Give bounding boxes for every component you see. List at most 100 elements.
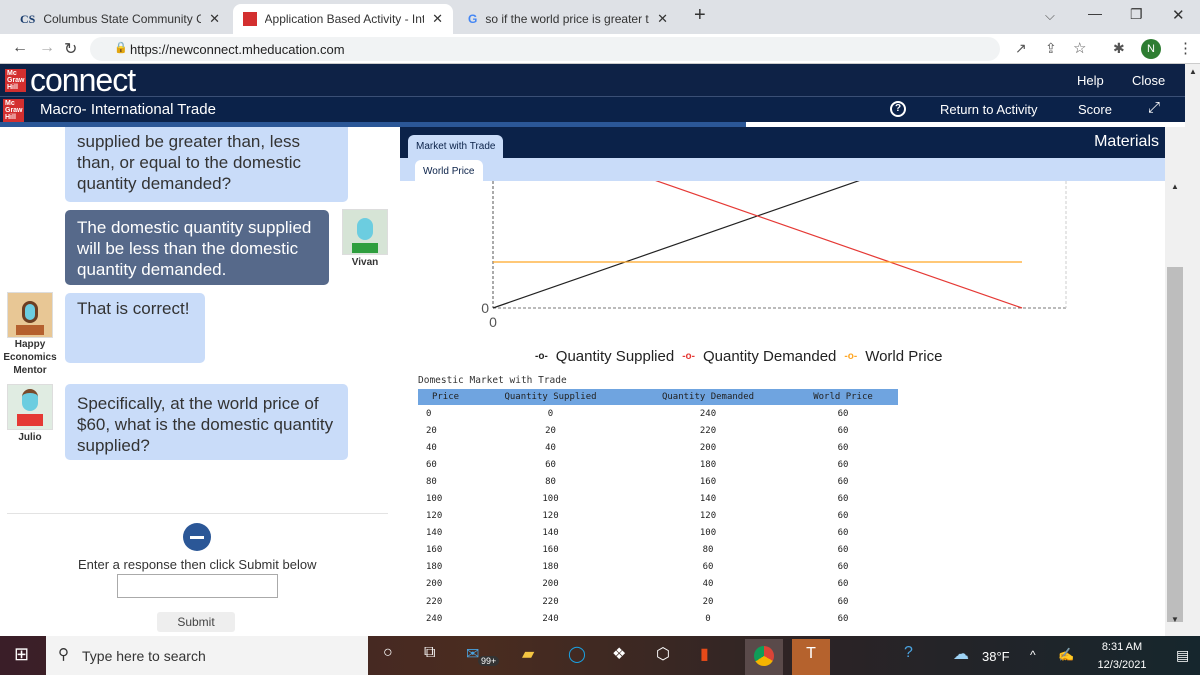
tab-columbus-state[interactable]: CSColumbus State Community Colle✕	[10, 4, 230, 34]
share-icon[interactable]: ⇪	[1045, 40, 1057, 57]
close-link[interactable]: Close	[1132, 73, 1165, 88]
table-cell: 60	[837, 459, 849, 470]
table-cell: 100	[426, 494, 443, 505]
menu-icon[interactable]: ⋮	[1178, 39, 1193, 57]
legend-marker-world-price: -o-	[844, 351, 858, 362]
table-cell: 180	[426, 562, 443, 573]
materials-title: Materials	[1094, 133, 1159, 150]
submit-button[interactable]: Submit	[157, 612, 235, 632]
collapse-minus-icon[interactable]	[183, 523, 211, 551]
app-icon[interactable]: ⬡	[656, 644, 670, 664]
file-explorer-icon[interactable]: ▰	[522, 644, 534, 664]
materials-subtabs: World Price	[400, 158, 1165, 181]
connect-logo: connect	[30, 62, 136, 98]
tab-market-with-trade[interactable]: Market with Trade	[408, 135, 504, 158]
dropbox-icon[interactable]: ❖	[612, 644, 626, 664]
table-cell: 240	[699, 408, 717, 419]
taskbar-search[interactable]: ⚲ Type here to search	[46, 636, 368, 675]
column-header: Quantity Supplied	[473, 389, 628, 405]
materials-scrollbar[interactable]: ▲ ▼	[1165, 127, 1185, 636]
url-input[interactable]: 🔒 https://newconnect.mheducation.com	[90, 37, 1000, 61]
close-tab-icon[interactable]: ✕	[657, 11, 668, 27]
table-cell: 220	[542, 596, 559, 607]
clock-time[interactable]: 8:31 AM	[1092, 641, 1152, 653]
legend-marker-supplied: -o-	[535, 351, 548, 362]
forward-icon[interactable]: →	[39, 39, 55, 57]
close-tab-icon[interactable]: ✕	[432, 11, 443, 27]
table-cell: 60	[837, 545, 849, 556]
close-window-icon[interactable]: ✕	[1172, 6, 1185, 24]
cortana-icon[interactable]: ○	[383, 644, 393, 662]
legend-label: Quantity Supplied	[555, 348, 675, 365]
show-hidden-icons[interactable]: ^	[1030, 648, 1036, 662]
table-cell: 0	[705, 613, 711, 624]
alexa-icon[interactable]: ◯	[568, 644, 586, 664]
table-cell: 60	[837, 613, 849, 624]
speaker-name: Vivan	[351, 257, 379, 268]
table-cell: 60	[837, 442, 849, 453]
chat-message: supplied be greater than, less than, or …	[65, 127, 348, 202]
table-cell: 100	[542, 494, 559, 505]
response-input[interactable]	[117, 574, 278, 598]
table-cell: 60	[426, 459, 437, 470]
help-circle-icon[interactable]: ?	[890, 101, 906, 117]
back-icon[interactable]: ←	[12, 39, 28, 57]
tab-search-icon[interactable]: ⌵	[1045, 8, 1055, 24]
close-tab-icon[interactable]: ✕	[209, 11, 220, 27]
page-scrollbar[interactable]: ▲	[1185, 64, 1200, 636]
weather-temp[interactable]: 38°F	[982, 649, 1010, 664]
table-cell: 60	[545, 459, 556, 470]
mentor-avatar	[7, 292, 53, 338]
task-view-icon[interactable]: ⧉	[424, 644, 435, 662]
minimize-icon[interactable]: —	[1088, 5, 1102, 21]
new-tab-button[interactable]: +	[694, 4, 706, 27]
julio-avatar	[7, 384, 53, 430]
chat-message: That is correct!	[65, 293, 205, 363]
scroll-up-icon[interactable]: ▲	[1171, 182, 1179, 191]
help-link[interactable]: Help	[1077, 73, 1104, 88]
office-icon[interactable]: ▮	[700, 644, 709, 664]
scrollbar-thumb[interactable]	[1167, 267, 1183, 622]
table-row: 20 20 220 60	[418, 422, 898, 439]
clock-date[interactable]: 12/3/2021	[1092, 659, 1152, 671]
table-cell: 0	[547, 408, 554, 419]
scroll-down-icon[interactable]: ▼	[1171, 615, 1179, 624]
chat-message: Specifically, at the world price of $60,…	[65, 384, 348, 460]
scroll-up-icon[interactable]: ▲	[1189, 67, 1197, 76]
help-app-icon[interactable]: ?	[904, 644, 913, 662]
series-line-0	[492, 181, 860, 309]
table-cell: 220	[699, 425, 717, 436]
open-external-icon[interactable]: ↗	[1015, 40, 1027, 57]
x-tick-label: 0	[489, 314, 497, 330]
windows-start-icon[interactable]: ⊞	[14, 644, 29, 665]
profile-avatar[interactable]: N	[1141, 39, 1161, 59]
table-cell: 120	[699, 511, 717, 522]
score-link[interactable]: Score	[1078, 102, 1112, 117]
notifications-icon[interactable]: ▤	[1176, 647, 1189, 664]
table-cell: 200	[542, 579, 559, 590]
table-cell: 180	[699, 459, 717, 470]
bookmark-star-icon[interactable]: ☆	[1073, 39, 1086, 57]
reload-icon[interactable]: ↻	[64, 39, 77, 59]
tab-google-search[interactable]: Gso if the world price is greater tha ✕	[458, 4, 678, 34]
mcgraw-hill-logo: Mc Graw Hill	[3, 99, 24, 122]
table-cell: 60	[837, 596, 849, 607]
restore-icon[interactable]: ❐	[1130, 6, 1143, 23]
return-to-activity-link[interactable]: Return to Activity	[940, 102, 1038, 117]
pen-icon[interactable]: ✍	[1058, 647, 1074, 663]
table-row: 240 240 0 60	[418, 610, 898, 627]
materials-panel: Market with Trade Materials World Price …	[400, 127, 1165, 636]
expand-icon[interactable]: ⤢	[1148, 99, 1160, 116]
table-row: 120 120 120 60	[418, 508, 898, 525]
table-cell: 60	[837, 528, 849, 539]
mcgraw-hill-logo: Mc Graw Hill	[5, 69, 26, 92]
address-bar-row: ← → ↻ 🔒 https://newconnect.mheducation.co…	[0, 34, 1200, 64]
extensions-icon[interactable]: ✱	[1113, 40, 1125, 57]
speaker-name: Happy Economics Mentor	[3, 339, 57, 376]
tab-application-activity[interactable]: Application Based Activity - Inter ✕	[233, 4, 453, 34]
teams-icon[interactable]: T	[792, 639, 830, 675]
chrome-icon[interactable]	[745, 639, 783, 675]
chat-panel: supplied be greater than, less than, or …	[0, 127, 400, 636]
tab-world-price[interactable]: World Price	[415, 160, 483, 181]
market-chart: 00	[481, 181, 1067, 330]
